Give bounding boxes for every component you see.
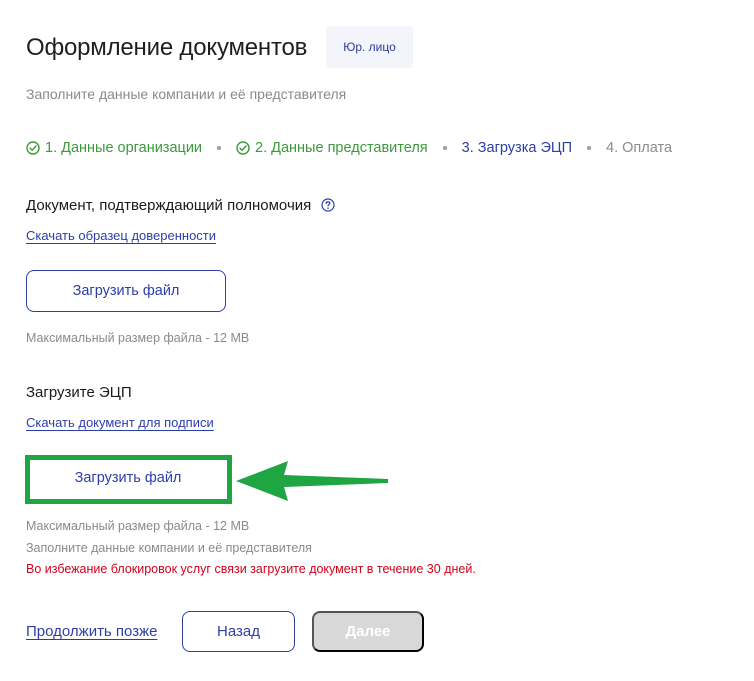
check-circle-icon [26, 141, 40, 155]
file-size-hint: Максимальный размер файла - 12 MB [26, 519, 250, 533]
annotation-highlight-box [25, 455, 232, 504]
section-title-text: Документ, подтверждающий полномочия [26, 197, 312, 214]
step-separator [587, 146, 592, 150]
annotation-arrow-icon [236, 461, 388, 501]
upload-deadline-warning: Во избежание блокировок услуг связи загр… [26, 562, 476, 576]
step-label: 3. Загрузка ЭЦП [461, 140, 573, 156]
page-title: Оформление документов [26, 34, 308, 61]
back-button[interactable]: Назад [182, 611, 295, 652]
step-representative: 2. Данные представителя [236, 140, 428, 156]
upload-attorney-button[interactable]: Загрузить файл [26, 270, 226, 312]
entity-type-badge: Юр. лицо [326, 26, 413, 68]
step-label: 2. Данные представителя [255, 140, 428, 156]
download-attorney-sample-link[interactable]: Скачать образец доверенности [26, 228, 216, 243]
step-organization: 1. Данные организации [26, 140, 202, 156]
ecp-section-title: Загрузите ЭЦП [26, 384, 132, 401]
check-circle-icon [236, 141, 250, 155]
question-circle-icon[interactable] [321, 198, 336, 212]
file-size-hint: Максимальный размер файла - 12 MB [26, 331, 250, 345]
step-payment: 4. Оплата [606, 140, 672, 156]
step-ecp-upload: 3. Загрузка ЭЦП [462, 140, 572, 156]
step-label: 4. Оплата [606, 140, 673, 156]
step-separator [442, 146, 447, 150]
continue-later-link[interactable]: Продолжить позже [26, 623, 157, 640]
power-of-attorney-title: Документ, подтверждающий полномочия [26, 197, 336, 214]
step-label: 1. Данные организации [45, 140, 203, 156]
fill-data-hint: Заполните данные компании и её представи… [26, 541, 312, 555]
step-separator [217, 146, 222, 150]
progress-stepper: 1. Данные организации 2. Данные представ… [26, 140, 672, 156]
page-subtitle: Заполните данные компании и её представи… [26, 86, 347, 102]
download-sign-document-link[interactable]: Скачать документ для подписи [26, 415, 214, 430]
next-button-disabled[interactable]: Далее [312, 611, 424, 652]
